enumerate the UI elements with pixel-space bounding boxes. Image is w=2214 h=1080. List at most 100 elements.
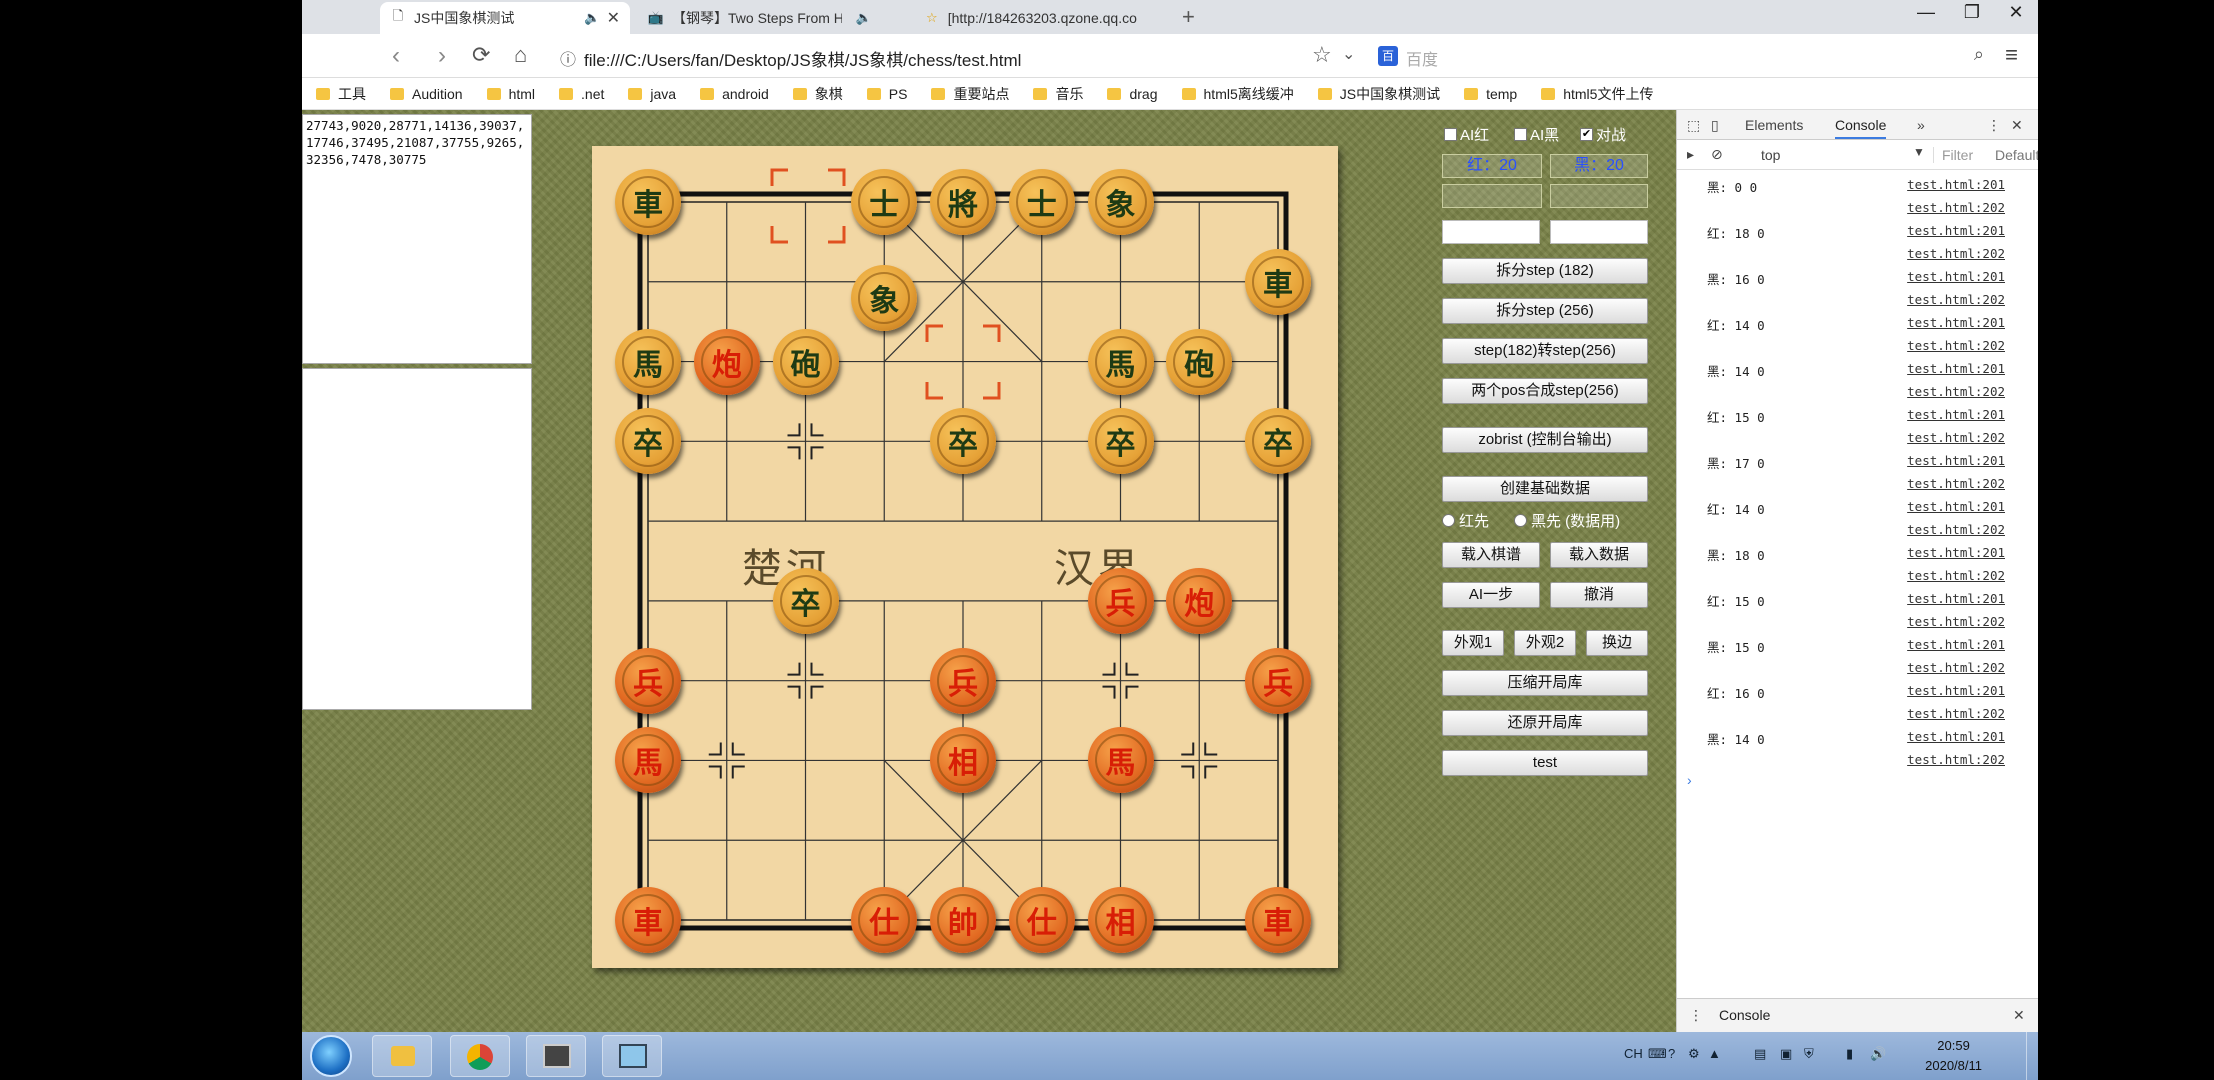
- black-piece[interactable]: 車: [615, 169, 681, 235]
- tray-up-icon[interactable]: ▲: [1708, 1046, 1721, 1061]
- undo-button[interactable]: 撤消: [1550, 582, 1648, 608]
- black-piece[interactable]: 卒: [930, 408, 996, 475]
- black-piece[interactable]: 將: [930, 169, 996, 235]
- bookmark-item[interactable]: java: [628, 86, 676, 102]
- compose-step-button[interactable]: 两个pos合成step(256): [1442, 378, 1648, 404]
- drawer-menu-icon[interactable]: ⋮: [1689, 1007, 1703, 1024]
- red-piece[interactable]: 相: [930, 727, 996, 794]
- speaker-icon[interactable]: 🔈: [584, 10, 600, 26]
- new-tab-button[interactable]: +: [1182, 4, 1195, 30]
- url-field[interactable]: file:///C:/Users/fan/Desktop/JS象棋/JS象棋/c…: [584, 46, 1021, 71]
- tab-console[interactable]: Console: [1835, 117, 1887, 139]
- ai-black-checkbox[interactable]: AI黑: [1514, 124, 1559, 145]
- black-piece[interactable]: 卒: [772, 567, 839, 634]
- home-icon[interactable]: ⌂: [514, 42, 527, 68]
- pos-input-2[interactable]: [1550, 220, 1648, 244]
- console-source-link[interactable]: test.html:201: [1907, 407, 2005, 422]
- console-source-link[interactable]: test.html:201: [1907, 499, 2005, 514]
- bookmark-item[interactable]: temp: [1464, 86, 1517, 102]
- settings-icon[interactable]: ⚙: [1688, 1046, 1700, 1062]
- console-source-link[interactable]: test.html:202: [1907, 338, 2005, 353]
- tray-app-icon[interactable]: ▤: [1754, 1046, 1766, 1062]
- help-icon[interactable]: ?: [1668, 1046, 1675, 1061]
- bookmark-item[interactable]: 音乐: [1033, 84, 1083, 104]
- tray-app-icon[interactable]: ▣: [1780, 1046, 1792, 1062]
- console-source-link[interactable]: test.html:201: [1907, 223, 2005, 238]
- minimize-button[interactable]: —: [1906, 2, 1946, 23]
- black-piece[interactable]: 象: [1087, 169, 1154, 235]
- bookmark-item[interactable]: JS中国象棋测试: [1317, 84, 1440, 104]
- convert-step-button[interactable]: step(182)转step(256): [1442, 338, 1648, 364]
- inspect-icon[interactable]: ⬚: [1687, 117, 1700, 134]
- close-window-button[interactable]: ✕: [1996, 2, 2036, 23]
- output-textarea[interactable]: 27743,9020,28771,14136,39037,17746,37495…: [302, 114, 532, 364]
- bookmark-star-icon[interactable]: ☆: [1312, 42, 1332, 68]
- console-source-link[interactable]: test.html:202: [1907, 476, 2005, 491]
- back-icon[interactable]: ‹: [392, 42, 400, 70]
- show-desktop-button[interactable]: [2026, 1032, 2038, 1080]
- app2-taskbar-icon[interactable]: [602, 1035, 662, 1077]
- bookmark-item[interactable]: drag: [1107, 86, 1158, 102]
- console-source-link[interactable]: test.html:201: [1907, 177, 2005, 192]
- chevron-down-icon[interactable]: ⌄: [1342, 44, 1355, 64]
- start-button[interactable]: [310, 1035, 352, 1077]
- bookmark-item[interactable]: 重要站点: [931, 84, 1009, 104]
- bookmark-item[interactable]: android: [700, 86, 769, 102]
- console-source-link[interactable]: test.html:201: [1907, 545, 2005, 560]
- console-source-link[interactable]: test.html:201: [1907, 315, 2005, 330]
- maximize-button[interactable]: ❐: [1952, 2, 1992, 23]
- console-source-link[interactable]: test.html:202: [1907, 752, 2005, 767]
- chess-board[interactable]: 楚河 汉界 車士將士象車象馬炮砲馬砲卒卒卒卒卒兵炮兵兵兵馬相馬車仕帥仕相車: [592, 146, 1338, 968]
- tab-elements[interactable]: Elements: [1745, 117, 1803, 133]
- tab-music[interactable]: 📺 【钢琴】Two Steps From He 🔈: [638, 2, 888, 34]
- close-devtools-icon[interactable]: ✕: [2011, 117, 2023, 134]
- info-icon[interactable]: ⓘ: [560, 46, 576, 70]
- bookmark-item[interactable]: Audition: [390, 86, 463, 102]
- ai-step-button[interactable]: AI一步: [1442, 582, 1540, 608]
- red-piece[interactable]: 兵: [1245, 647, 1311, 714]
- red-piece[interactable]: 仕: [851, 887, 918, 953]
- zobrist-button[interactable]: zobrist (控制台输出): [1442, 427, 1648, 453]
- red-piece[interactable]: 馬: [1087, 727, 1154, 794]
- console-source-link[interactable]: test.html:202: [1907, 660, 2005, 675]
- bookmark-item[interactable]: 象棋: [792, 84, 843, 104]
- console-source-link[interactable]: test.html:201: [1907, 453, 2005, 468]
- bookmark-item[interactable]: html5离线缓冲: [1181, 84, 1294, 104]
- black-piece[interactable]: 象: [851, 264, 918, 331]
- console-source-link[interactable]: test.html:202: [1907, 246, 2005, 261]
- black-piece[interactable]: 卒: [1087, 408, 1154, 475]
- tray-shield-icon[interactable]: ⛨: [1804, 1046, 1814, 1062]
- test-button[interactable]: test: [1442, 750, 1648, 776]
- filter-input[interactable]: Filter: [1933, 147, 1973, 163]
- black-piece[interactable]: 士: [1008, 169, 1075, 235]
- console-source-link[interactable]: test.html:201: [1907, 729, 2005, 744]
- console-prompt-icon[interactable]: ›: [1687, 772, 1692, 788]
- ai-red-checkbox[interactable]: AI红: [1444, 124, 1489, 145]
- console-source-link[interactable]: test.html:201: [1907, 361, 2005, 376]
- red-piece[interactable]: 相: [1087, 887, 1154, 953]
- console-source-link[interactable]: test.html:202: [1907, 614, 2005, 629]
- forward-icon[interactable]: ›: [438, 42, 446, 70]
- more-tabs-icon[interactable]: »: [1917, 117, 1925, 133]
- console-source-link[interactable]: test.html:202: [1907, 292, 2005, 307]
- explorer-taskbar-icon[interactable]: [372, 1035, 432, 1077]
- search-bar[interactable]: 百 百度 ⌕ ≡: [1370, 38, 2018, 74]
- context-select[interactable]: top: [1761, 147, 1780, 163]
- console-source-link[interactable]: test.html:202: [1907, 430, 2005, 445]
- levels-select[interactable]: Default: [1995, 147, 2038, 163]
- red-piece[interactable]: 車: [615, 887, 681, 953]
- red-piece[interactable]: 兵: [1087, 567, 1154, 634]
- split-182-button[interactable]: 拆分step (182): [1442, 258, 1648, 284]
- console-source-link[interactable]: test.html:201: [1907, 637, 2005, 652]
- tab-qzone[interactable]: ☆ [http://184263203.qzone.qq.co: [914, 2, 1174, 34]
- console-source-link[interactable]: test.html:202: [1907, 522, 2005, 537]
- reload-icon[interactable]: ⟳: [472, 42, 490, 68]
- red-piece[interactable]: 炮: [693, 328, 760, 395]
- black-piece[interactable]: 車: [1245, 248, 1311, 315]
- bookmark-item[interactable]: 工具: [316, 84, 366, 104]
- create-data-button[interactable]: 创建基础数据: [1442, 476, 1648, 502]
- clear-console-icon[interactable]: ⊘: [1711, 146, 1723, 163]
- bookmark-item[interactable]: PS: [866, 86, 907, 102]
- console-source-link[interactable]: test.html:201: [1907, 269, 2005, 284]
- console-source-link[interactable]: test.html:202: [1907, 568, 2005, 583]
